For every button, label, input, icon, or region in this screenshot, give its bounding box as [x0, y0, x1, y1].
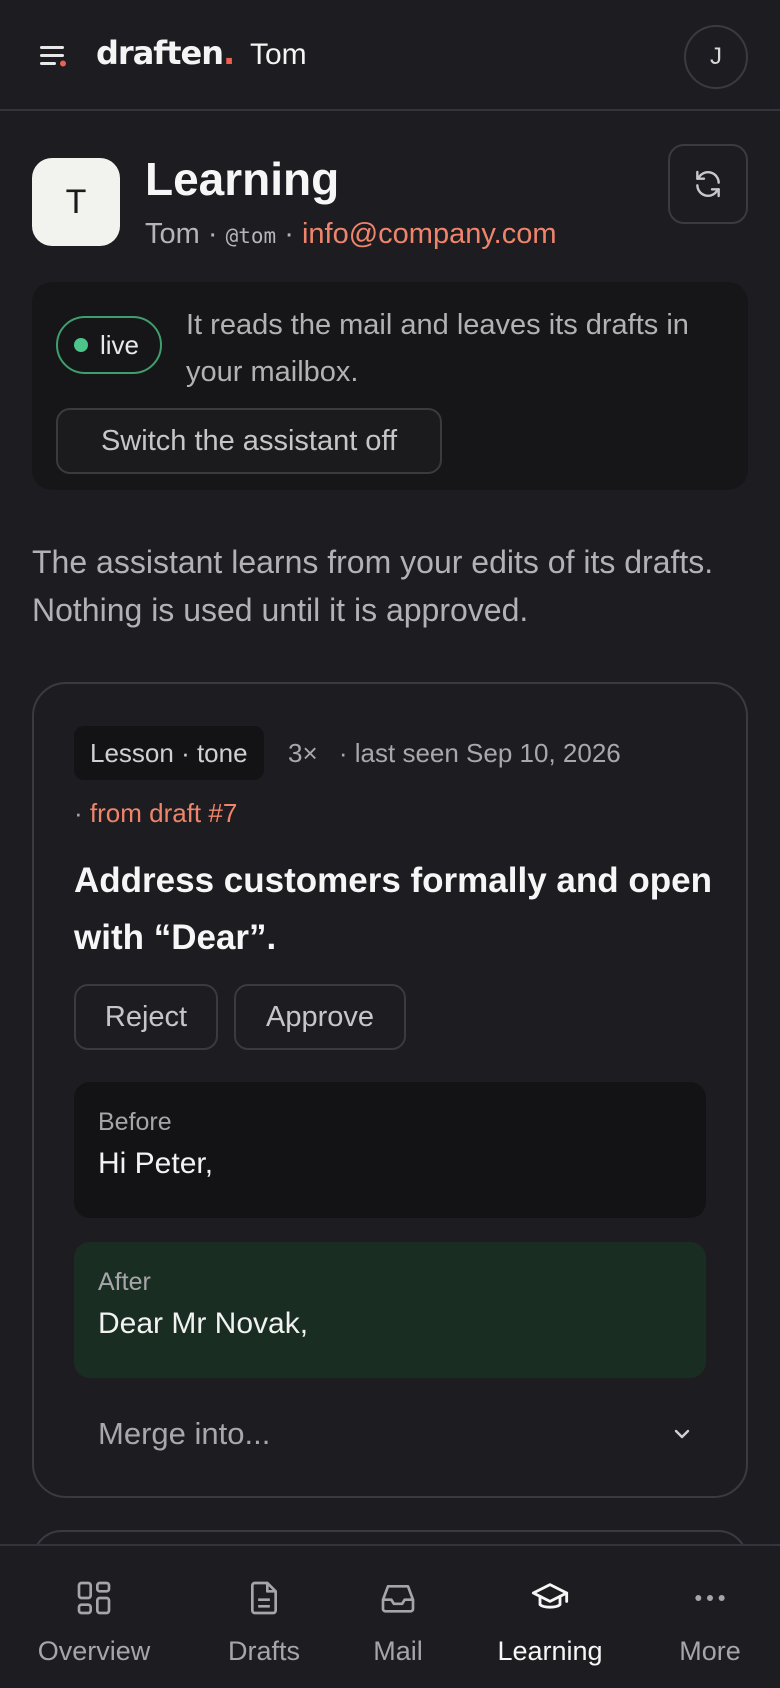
after-label: After — [98, 1268, 151, 1296]
status-description: It reads the mail and leaves its drafts … — [186, 309, 689, 388]
before-value: Hi Peter, — [98, 1147, 214, 1180]
chevron-down-icon — [674, 1429, 690, 1439]
lesson-tag: Lesson · tone — [74, 726, 264, 780]
lesson-meta: 3× · last seen Sep 10, 2026 — [288, 738, 621, 769]
after-box: After Dear Mr Novak, — [74, 1242, 706, 1378]
account-email-link[interactable]: info@company.com — [302, 218, 557, 250]
live-status-badge: live — [56, 316, 162, 374]
document-icon — [251, 1581, 277, 1615]
before-box: Before Hi Peter, — [74, 1082, 706, 1218]
lesson-text: Address customers formally and open with… — [74, 861, 712, 957]
account-handle: @tom — [225, 224, 277, 248]
nav-label: Learning — [497, 1636, 603, 1666]
top-bar: draften. Tom J — [0, 0, 780, 111]
merge-placeholder: Merge into... — [98, 1416, 271, 1451]
assistant-status-card: live It reads the mail and leaves its dr… — [32, 282, 748, 490]
merge-into-select[interactable]: Merge into... — [98, 1406, 694, 1462]
page-title: Learning — [145, 153, 340, 205]
account-name: Tom — [145, 218, 200, 250]
source-separator: · — [74, 798, 83, 828]
nav-item-learning[interactable]: Learning — [490, 1546, 610, 1688]
nav-item-more[interactable]: More — [670, 1546, 750, 1688]
logo-dot: . — [222, 34, 235, 72]
lesson-source: · from draft #7 — [74, 798, 237, 829]
nav-label: Drafts — [227, 1636, 300, 1666]
lesson-last-seen: · last seen Sep 10, 2026 — [338, 738, 621, 768]
app-logo[interactable]: draften. — [96, 34, 235, 72]
graduation-cap-icon — [531, 1583, 569, 1609]
current-user-name: Tom — [250, 38, 307, 71]
grid-icon — [77, 1581, 111, 1615]
after-value: Dear Mr Novak, — [98, 1307, 309, 1340]
lesson-count: 3× — [288, 738, 318, 768]
more-dots-icon — [695, 1595, 725, 1601]
intro-text: The assistant learns from your edits of … — [32, 544, 714, 628]
separator: · — [207, 218, 218, 250]
lesson-card: Lesson · tone 3× · last seen Sep 10, 202… — [32, 682, 748, 1498]
live-badge-label: live — [100, 329, 140, 360]
org-avatar: T — [32, 158, 120, 246]
reject-button[interactable]: Reject — [74, 984, 218, 1050]
nav-label: Overview — [37, 1636, 151, 1666]
nav-item-drafts[interactable]: Drafts — [214, 1546, 314, 1688]
switch-assistant-off-button[interactable]: Switch the assistant off — [56, 408, 442, 474]
menu-icon[interactable] — [40, 44, 70, 68]
inbox-icon — [381, 1585, 415, 1613]
live-dot-icon — [74, 338, 88, 352]
logo-text: draften — [96, 34, 224, 72]
approve-button[interactable]: Approve — [234, 984, 406, 1050]
account-avatar-button[interactable]: J — [684, 25, 748, 89]
bottom-nav: Overview Drafts Mail Learning More — [0, 1544, 780, 1688]
nav-item-mail[interactable]: Mail — [358, 1546, 438, 1688]
before-label: Before — [98, 1108, 172, 1136]
refresh-icon — [696, 170, 720, 198]
nav-label: More — [679, 1636, 741, 1666]
source-draft-link[interactable]: from draft #7 — [90, 798, 237, 828]
separator: · — [284, 218, 294, 250]
refresh-button[interactable] — [668, 144, 748, 224]
nav-item-overview[interactable]: Overview — [34, 1546, 154, 1688]
nav-label: Mail — [373, 1636, 423, 1666]
account-subline: Tom · @tom · info@company.com — [145, 218, 557, 251]
